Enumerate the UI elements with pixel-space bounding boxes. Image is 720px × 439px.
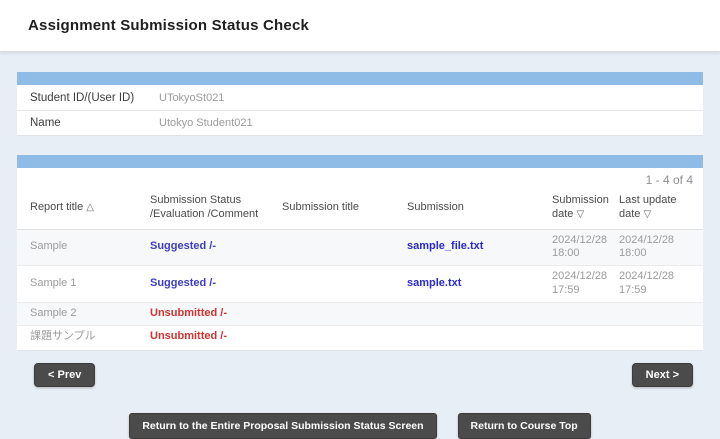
- table-row: Sample 1 Suggested /- sample.txt 2024/12…: [17, 266, 703, 303]
- prev-button[interactable]: < Prev: [34, 363, 95, 387]
- status-cell: Suggested /-: [150, 266, 282, 303]
- student-info-section: Student ID/(User ID) UTokyoSt021 Name Ut…: [17, 72, 703, 136]
- submission-file-cell: [407, 325, 552, 348]
- section-accent-bar: [17, 72, 703, 85]
- column-header-submission-date[interactable]: Submission date ▽: [552, 188, 619, 229]
- submission-title-cell: [282, 266, 407, 303]
- submission-title-cell: [282, 325, 407, 348]
- submission-file-link[interactable]: sample.txt: [407, 277, 461, 289]
- submission-date-cell: [552, 302, 619, 325]
- sort-asc-icon[interactable]: △: [86, 202, 94, 213]
- report-title-cell: Sample 2: [17, 302, 150, 325]
- next-button[interactable]: Next >: [632, 363, 693, 387]
- table-row: 課題サンプル Unsubmitted /-: [17, 325, 703, 348]
- table-header-row: Report title △ Submission Status /Evalua…: [17, 188, 703, 229]
- pagination-status: 1 - 4 of 4: [17, 168, 703, 188]
- student-info-table: Student ID/(User ID) UTokyoSt021 Name Ut…: [17, 85, 703, 136]
- status-cell: Suggested /-: [150, 229, 282, 266]
- submission-title-cell: [282, 302, 407, 325]
- last-update-date-cell: [619, 302, 703, 325]
- column-header-submission-title: Submission title: [282, 188, 407, 229]
- student-name-value: Utokyo Student021: [159, 117, 253, 129]
- student-name-row: Name Utokyo Student021: [17, 110, 703, 135]
- report-title-cell: 課題サンプル: [17, 325, 150, 348]
- return-course-top-button[interactable]: Return to Course Top: [458, 413, 591, 439]
- last-update-date-cell: 2024/12/28 17:59: [619, 266, 703, 303]
- table-row: Sample 2 Unsubmitted /-: [17, 302, 703, 325]
- submission-file-cell: sample.txt: [407, 266, 552, 303]
- submission-file-cell: sample_file.txt: [407, 229, 552, 266]
- page-title: Assignment Submission Status Check: [28, 17, 309, 34]
- assignments-table-wrap: 1 - 4 of 4 Report title △ Submission Sta…: [17, 168, 703, 351]
- table-row: Sample Suggested /- sample_file.txt 2024…: [17, 229, 703, 266]
- submission-date-cell: 2024/12/28 17:59: [552, 266, 619, 303]
- submission-date-cell: [552, 325, 619, 348]
- assignments-section: 1 - 4 of 4 Report title △ Submission Sta…: [17, 155, 703, 351]
- student-id-label: Student ID/(User ID): [17, 92, 159, 104]
- column-header-report-title[interactable]: Report title △: [17, 188, 150, 229]
- section-accent-bar: [17, 155, 703, 168]
- pager-row: < Prev Next >: [17, 363, 703, 387]
- column-header-last-update-date[interactable]: Last update date ▽: [619, 188, 703, 229]
- sort-desc-icon[interactable]: ▽: [643, 209, 651, 220]
- report-title-cell: Sample: [17, 229, 150, 266]
- assignments-table: Report title △ Submission Status /Evalua…: [17, 188, 703, 348]
- student-name-label: Name: [17, 117, 159, 129]
- column-header-status: Submission Status /Evaluation /Comment: [150, 188, 282, 229]
- student-id-value: UTokyoSt021: [159, 92, 224, 104]
- last-update-date-cell: 2024/12/28 18:00: [619, 229, 703, 266]
- column-header-submission: Submission: [407, 188, 552, 229]
- last-update-date-cell: [619, 325, 703, 348]
- submission-file-cell: [407, 302, 552, 325]
- footer-buttons: Return to the Entire Proposal Submission…: [17, 413, 703, 439]
- student-id-row: Student ID/(User ID) UTokyoSt021: [17, 85, 703, 110]
- return-entire-proposal-button[interactable]: Return to the Entire Proposal Submission…: [129, 413, 436, 439]
- submission-file-link[interactable]: sample_file.txt: [407, 240, 483, 252]
- status-cell: Unsubmitted /-: [150, 302, 282, 325]
- main-content: Student ID/(User ID) UTokyoSt021 Name Ut…: [0, 72, 720, 439]
- page-header: Assignment Submission Status Check: [0, 0, 720, 52]
- status-cell: Unsubmitted /-: [150, 325, 282, 348]
- sort-desc-icon[interactable]: ▽: [576, 209, 584, 220]
- submission-date-cell: 2024/12/28 18:00: [552, 229, 619, 266]
- submission-title-cell: [282, 229, 407, 266]
- report-title-cell: Sample 1: [17, 266, 150, 303]
